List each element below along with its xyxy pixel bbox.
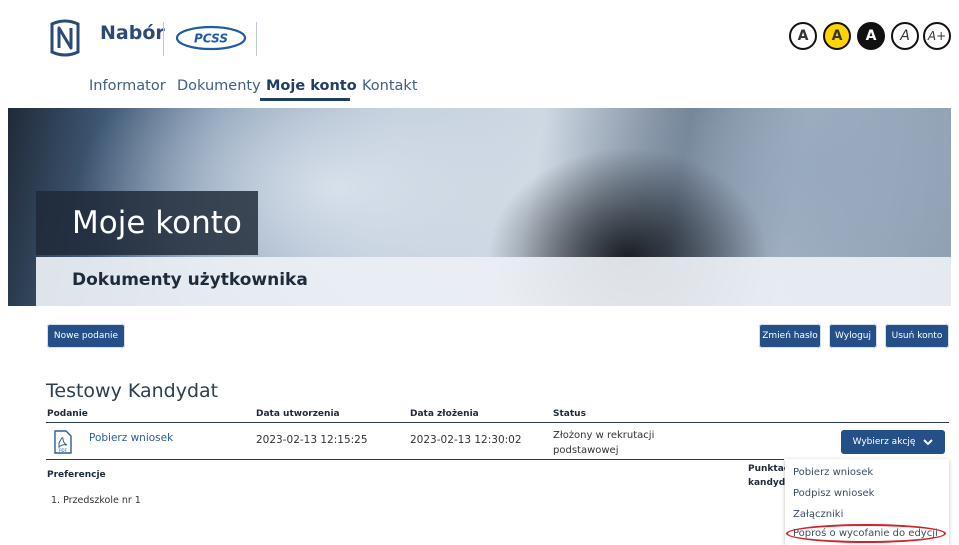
svg-text:PDF: PDF [59, 448, 67, 453]
nav-informator[interactable]: Informator [89, 78, 166, 94]
submitted-date: 2023-02-13 12:30:02 [410, 434, 522, 446]
logout-button[interactable]: Wyloguj [829, 324, 877, 348]
column-header-status: Status [553, 409, 586, 419]
menu-item-sign[interactable]: Podpisz wniosek [793, 488, 874, 499]
nav-kontakt[interactable]: Kontakt [362, 78, 418, 94]
preferences-label: Preferencje [47, 470, 106, 480]
menu-item-attachments[interactable]: Załączniki [793, 509, 843, 520]
highlight-annotation-ring [786, 524, 946, 543]
column-header-podanie: Podanie [47, 409, 88, 419]
delete-account-button[interactable]: Usuń konto [885, 324, 949, 348]
header-divider [163, 22, 164, 56]
nav-moje-konto[interactable]: Moje konto [266, 78, 357, 94]
created-date: 2023-02-13 12:15:25 [256, 434, 368, 446]
page-title: Moje konto [72, 205, 242, 241]
choose-action-button[interactable]: Wybierz akcję [841, 430, 945, 454]
chevron-down-icon [923, 438, 934, 445]
points-label: Punktac kandyda [748, 464, 788, 488]
menu-item-download[interactable]: Pobierz wniosek [793, 467, 873, 478]
candidate-name: Testowy Kandydat [46, 380, 219, 402]
new-application-button[interactable]: Nowe podanie [47, 324, 125, 348]
contrast-default-button[interactable]: A [789, 22, 817, 50]
contrast-yellow-button[interactable]: A [823, 22, 851, 50]
pcss-logo-text: PCSS [194, 32, 228, 46]
preference-item: 1. Przedszkole nr 1 [51, 495, 141, 506]
nav-active-indicator [260, 98, 350, 101]
table-row-rule [46, 459, 784, 460]
table-header-rule [46, 422, 949, 423]
header-divider-2 [256, 22, 257, 56]
font-size-normal-button[interactable]: A [891, 22, 919, 50]
download-application-link[interactable]: Pobierz wniosek [89, 432, 173, 444]
brand-name[interactable]: Nabór [100, 22, 165, 44]
application-status: Złożony w rekrutacji podstawowej [553, 430, 655, 456]
nav-dokumenty[interactable]: Dokumenty [177, 78, 261, 94]
pdf-file-icon[interactable]: PDF [53, 430, 73, 454]
column-header-submitted: Data złożenia [410, 409, 479, 419]
font-size-large-button[interactable]: A+ [923, 22, 951, 50]
page-subtitle: Dokumenty użytkownika [72, 270, 308, 290]
nabor-logo-icon[interactable] [48, 18, 82, 58]
change-password-button[interactable]: Zmień hasło [759, 324, 821, 348]
contrast-black-button[interactable]: A [857, 22, 885, 50]
column-header-created: Data utworzenia [256, 409, 340, 419]
pcss-logo[interactable]: PCSS [175, 25, 247, 51]
choose-action-label: Wybierz akcję [852, 437, 916, 447]
